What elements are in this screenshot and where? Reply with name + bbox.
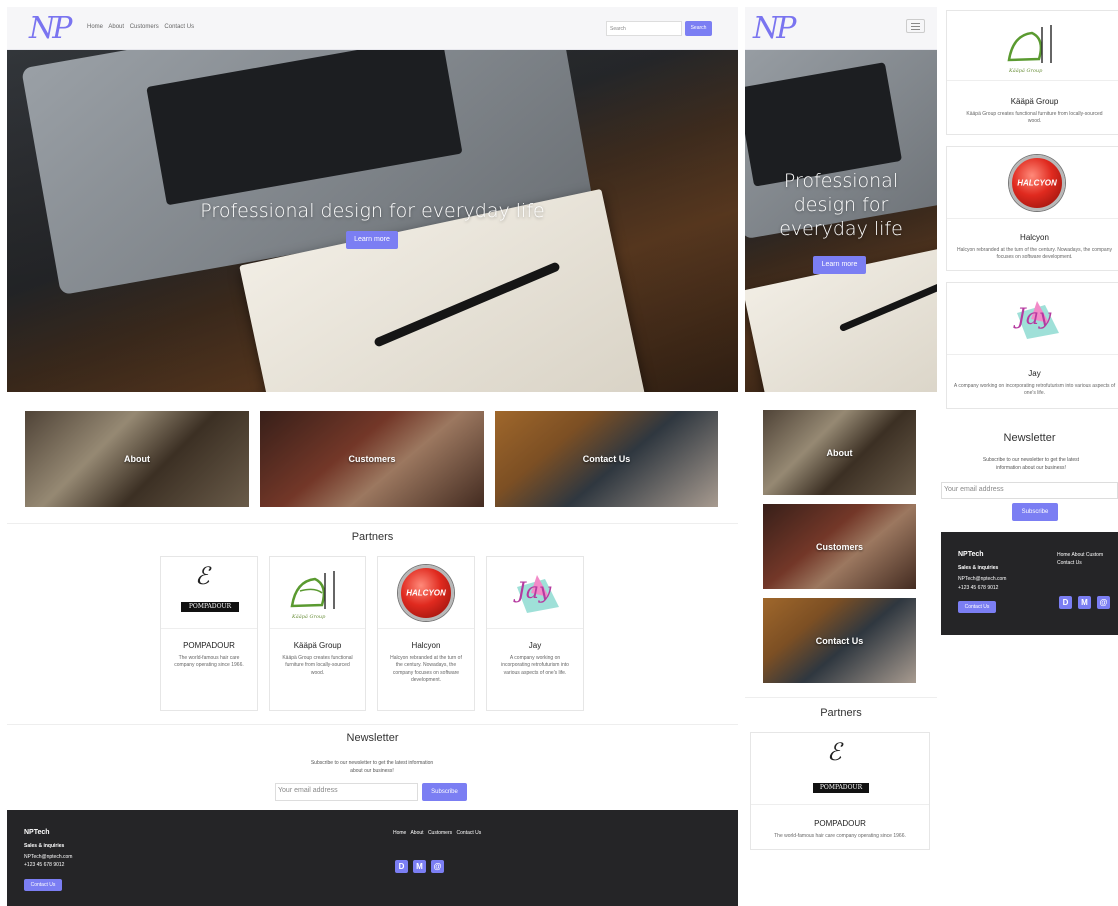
halcyon-logo: HALCYON (378, 557, 474, 629)
nav-home[interactable]: Home (87, 24, 103, 30)
footer-link-contact[interactable]: Contact Us (457, 830, 482, 836)
jay-logo: Jay (487, 557, 583, 629)
search-input[interactable]: Search (606, 21, 682, 36)
nav-customers[interactable]: Customers (130, 24, 159, 30)
nav-links: Home About Customers Contact Us (87, 24, 198, 30)
navbar: NP Home About Customers Contact Us Searc… (7, 7, 738, 50)
mobile-view-bottom: Kääpä Group Kääpä Group Kääpä Group crea… (941, 10, 1118, 635)
partner-desc: Halcyon rebranded at the turn of the cen… (390, 655, 462, 683)
partner-name: Halcyon (411, 641, 441, 650)
jay-logo: Jay (947, 283, 1118, 355)
partner-card-halcyon: HALCYON Halcyon Halcyon rebranded at the… (946, 146, 1118, 271)
newsletter-email-input[interactable]: Your email address (941, 482, 1118, 499)
partner-card-jay: Jay Jay A company working on incorporati… (946, 282, 1118, 409)
tile-about[interactable]: About (763, 410, 916, 495)
partner-name: Kääpä Group (293, 641, 342, 650)
at-icon[interactable]: @ (431, 860, 444, 873)
medium-icon[interactable]: M (413, 860, 426, 873)
tile-contact-label: Contact Us (582, 454, 631, 464)
menu-icon[interactable] (906, 19, 925, 33)
footer-brand: NPTech (24, 829, 50, 836)
discord-icon[interactable]: D (1059, 596, 1072, 609)
footer: NPTech Sales & inquiries NPTech@nptech.c… (941, 532, 1118, 635)
footer-links[interactable]: Home About Custom (1057, 552, 1103, 558)
brand-logo[interactable]: NP (753, 14, 796, 44)
tile-customers-label: Customers (348, 454, 396, 464)
partner-card-kaapa: Kääpä Group Kääpä Group Kääpä Group crea… (946, 10, 1118, 135)
kaapa-logo: Kääpä Group (270, 557, 365, 629)
partner-card-kaapa: Kääpä Group Kääpä Group Kääpä Group crea… (269, 556, 366, 711)
footer-phone: +123 45 678 9012 (24, 862, 65, 868)
newsletter-title: Newsletter (1003, 432, 1056, 444)
hero-banner: Professional design for everyday life Le… (7, 50, 738, 392)
mobile-view-top: NP Professional design for everyday life… (745, 7, 937, 855)
footer-email[interactable]: NPTech@nptech.com (24, 854, 72, 860)
partner-name: POMPADOUR (183, 641, 235, 650)
hero-title: Professional design for everyday life (200, 200, 545, 222)
search-button[interactable]: Search (685, 21, 712, 36)
partner-card-jay: Jay Jay A company working on incorporati… (486, 556, 584, 711)
footer-sales-title: Sales & inquiries (24, 843, 65, 849)
partner-card-pompadour: ℰ POMPADOUR POMPADOUR The world-famous h… (750, 732, 930, 850)
partners-title: Partners (351, 531, 394, 543)
divider (7, 523, 738, 524)
newsletter-text: Subscribe to our newsletter to get the l… (982, 457, 1080, 471)
footer-contact-button[interactable]: Contact Us (24, 879, 62, 891)
pompadour-logo: ℰ POMPADOUR (161, 557, 257, 629)
subscribe-button[interactable]: Subscribe (422, 783, 467, 801)
divider (7, 724, 738, 725)
tile-about-label: About (124, 454, 150, 464)
footer-contact-button[interactable]: Contact Us (958, 601, 996, 613)
nav-about[interactable]: About (108, 24, 124, 30)
partner-card-pompadour: ℰ POMPADOUR POMPADOUR The world-famous h… (160, 556, 258, 711)
partners-title: Partners (820, 707, 862, 719)
tile-contact[interactable]: Contact Us (763, 598, 916, 683)
partner-desc: A company working on incorporating retro… (501, 655, 569, 676)
newsletter-text: Subscribe to our newsletter to get the l… (310, 760, 434, 774)
partner-desc: Kääpä Group creates functional furniture… (282, 655, 353, 676)
newsletter-email-input[interactable]: Your email address (275, 783, 418, 801)
nav-contact[interactable]: Contact Us (164, 24, 194, 30)
learn-more-button[interactable]: Learn more (346, 231, 398, 249)
partner-desc: The world-famous hair care company opera… (174, 655, 244, 669)
footer-links: Home About Customers Contact Us (393, 830, 484, 836)
tile-customers[interactable]: Customers (260, 411, 484, 507)
desktop-view: NP Home About Customers Contact Us Searc… (7, 7, 738, 906)
at-icon[interactable]: @ (1097, 596, 1110, 609)
discord-icon[interactable]: D (395, 860, 408, 873)
newsletter-title: Newsletter (346, 732, 399, 744)
footer-link-about[interactable]: About (410, 830, 423, 836)
subscribe-button[interactable]: Subscribe (1012, 503, 1058, 521)
learn-more-button[interactable]: Learn more (813, 256, 866, 274)
halcyon-logo: HALCYON (947, 147, 1118, 219)
mobile-hero-title: Professional design for everyday life (779, 170, 903, 240)
pompadour-logo: ℰ POMPADOUR (751, 733, 929, 805)
tile-customers[interactable]: Customers (763, 504, 916, 589)
medium-icon[interactable]: M (1078, 596, 1091, 609)
kaapa-logo: Kääpä Group (947, 11, 1118, 81)
footer-links[interactable]: Contact Us (1057, 560, 1082, 566)
footer-link-customers[interactable]: Customers (428, 830, 452, 836)
tile-about[interactable]: About (25, 411, 249, 507)
tile-contact[interactable]: Contact Us (495, 411, 718, 507)
partner-name: Jay (528, 641, 542, 650)
footer-link-home[interactable]: Home (393, 830, 406, 836)
footer: NPTech Sales & inquiries NPTech@nptech.c… (7, 810, 738, 906)
partner-card-halcyon: HALCYON Halcyon Halcyon rebranded at the… (377, 556, 475, 711)
mobile-hero-banner: Professional design for everyday life Le… (745, 50, 937, 392)
mobile-navbar: NP (745, 7, 937, 50)
brand-logo[interactable]: NP (29, 14, 72, 44)
